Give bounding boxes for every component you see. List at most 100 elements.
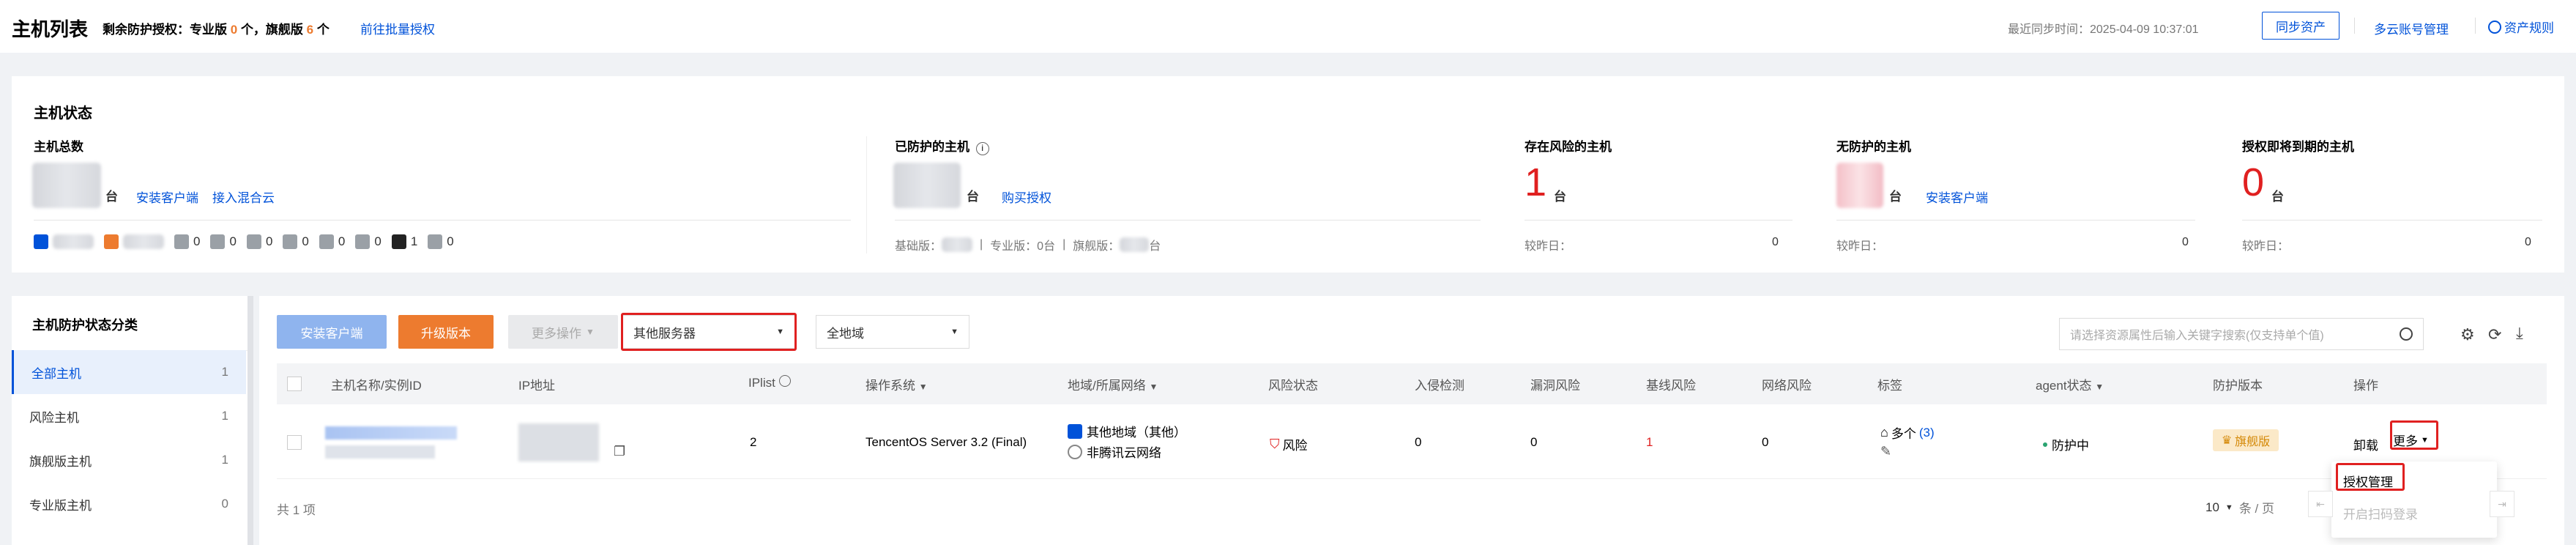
- table-row[interactable]: [277, 404, 2547, 479]
- idc-icon: [391, 234, 406, 249]
- info-icon: [778, 375, 791, 387]
- upgrade-version-button[interactable]: 升级版本: [398, 315, 494, 349]
- edit-icon[interactable]: ✎: [1880, 444, 1891, 459]
- aliyun-icon: [104, 234, 119, 249]
- network-risk-value[interactable]: 0: [1762, 435, 1768, 450]
- cloud-icon: [283, 234, 298, 249]
- multicloud-link[interactable]: 多云账号管理: [2374, 19, 2449, 37]
- search-icon[interactable]: [2400, 327, 2413, 341]
- page-size-select[interactable]: 10 ▼ 条 / 页: [2205, 498, 2274, 516]
- buy-license-link[interactable]: 购买授权: [1002, 188, 1051, 206]
- install-client-link-2[interactable]: 安装客户端: [1926, 188, 1988, 206]
- caret-down-icon: ▼: [950, 327, 958, 336]
- sidebar-item-risk-hosts[interactable]: 风险主机 1: [12, 394, 246, 438]
- unprotected-unit: 台: [1889, 190, 1902, 204]
- asset-rules-link[interactable]: 资产规则: [2488, 18, 2554, 36]
- refresh-icon[interactable]: ⟳: [2488, 325, 2501, 344]
- agent-status-value: 防护中: [2043, 435, 2089, 453]
- total-hosts-value-redacted: [32, 163, 101, 208]
- filter-icon: ▼: [1149, 382, 1158, 392]
- unprotected-compare-value: 0: [2182, 236, 2189, 248]
- hybrid-cloud-link[interactable]: 接入混合云: [212, 188, 275, 206]
- more-actions-link[interactable]: 更多 ▼: [2393, 431, 2429, 449]
- first-page-button[interactable]: ⇤: [2308, 491, 2333, 517]
- last-page-button[interactable]: ⇥: [2490, 491, 2514, 517]
- sidebar-item-pro-hosts[interactable]: 专业版主机 0: [12, 482, 246, 526]
- category-sidebar: 主机防护状态分类 全部主机 1 风险主机 1 旗舰版主机 1 专业版主机 0: [12, 296, 247, 545]
- filter-icon: ▼: [2095, 382, 2104, 392]
- bulk-license-link[interactable]: 前往批量授权: [360, 19, 435, 37]
- aliyun-chip: [104, 234, 164, 249]
- col-network-risk: 网络风险: [1762, 379, 1812, 393]
- col-ip: IP地址: [518, 379, 556, 393]
- intrusion-value[interactable]: 0: [1415, 435, 1421, 450]
- instance-id-redacted: [325, 445, 435, 459]
- col-agent-status[interactable]: agent状态 ▼: [2036, 375, 2104, 393]
- tags-value[interactable]: ⌂ 多个 (3): [1880, 423, 1935, 442]
- divider: [866, 136, 867, 253]
- sidebar-item-all-hosts[interactable]: 全部主机 1: [12, 350, 246, 394]
- iplist-value: 2: [750, 435, 757, 449]
- cloud-chip: 0: [355, 234, 381, 249]
- col-os[interactable]: 操作系统 ▼: [866, 375, 928, 393]
- host-name-redacted[interactable]: [325, 426, 457, 440]
- caret-down-icon: ▼: [2421, 435, 2429, 445]
- row-checkbox[interactable]: [287, 435, 302, 450]
- search-input[interactable]: 请选择资源属性后输入关键字搜索(仅支持单个值): [2059, 318, 2424, 350]
- menu-item-enable-qr-login[interactable]: 开启扫码登录: [2343, 504, 2418, 522]
- cloud-icon: [1068, 423, 1082, 439]
- protected-hosts-label: 已防护的主机 i: [895, 136, 989, 155]
- risk-hosts-label: 存在风险的主机: [1525, 140, 1612, 154]
- expiring-compare-value: 0: [2525, 236, 2531, 248]
- protected-breakdown: 基础版： | 专业版：0台 | 旗舰版：台: [895, 237, 1161, 253]
- os-value: TencentOS Server 3.2 (Final): [866, 435, 1027, 449]
- col-host-name: 主机名称/实例ID: [331, 379, 422, 393]
- copy-icon[interactable]: ❐: [614, 444, 625, 459]
- settings-icon[interactable]: ⚙: [2460, 325, 2475, 344]
- risk-compare-label: 较昨日：: [1525, 240, 1572, 253]
- col-iplist: IPlist: [748, 375, 791, 390]
- uninstall-link[interactable]: 卸载: [2353, 435, 2378, 453]
- sync-assets-button[interactable]: 同步资产: [2262, 12, 2339, 40]
- cloud-chip: 0: [174, 234, 200, 249]
- sidebar-item-flagship-hosts[interactable]: 旗舰版主机 1: [12, 438, 246, 482]
- shield-warning-icon: ⛉: [1270, 437, 1280, 451]
- caret-down-icon: ▼: [2225, 503, 2233, 512]
- install-client-button[interactable]: 安装客户端: [277, 315, 387, 349]
- tencent-cloud-chip: [34, 234, 94, 249]
- more-actions-button[interactable]: 更多操作 ▼: [508, 315, 618, 349]
- cloud-icon: [355, 234, 371, 249]
- risk-compare-value: 0: [1772, 236, 1779, 248]
- cloud-icon: [174, 234, 189, 249]
- baseline-value[interactable]: 1: [1646, 435, 1653, 450]
- status-title: 主机状态: [34, 105, 92, 122]
- col-region[interactable]: 地域/所属网络 ▼: [1068, 375, 1158, 393]
- sidebar-scrollbar[interactable]: [247, 296, 253, 545]
- flagship-badge: ♛ 旗舰版: [2213, 429, 2279, 451]
- col-vuln: 漏洞风险: [1530, 379, 1580, 393]
- cloud-chip: 0: [283, 234, 309, 249]
- crown-icon: ♛: [2221, 434, 2233, 447]
- menu-item-license-management[interactable]: 授权管理: [2343, 472, 2393, 490]
- caret-down-icon: ▼: [776, 327, 784, 336]
- expiring-hosts-value: 0: [2242, 160, 2265, 204]
- vuln-value[interactable]: 0: [1530, 435, 1537, 450]
- expiring-compare-label: 较昨日：: [2242, 240, 2290, 253]
- expiring-unit: 台: [2271, 190, 2284, 204]
- cloud-chip: 0: [428, 234, 454, 249]
- protected-unit: 台: [967, 190, 979, 204]
- download-icon[interactable]: ⤓: [2516, 324, 2523, 343]
- asset-rules-icon: [2488, 20, 2501, 34]
- install-client-link[interactable]: 安装客户端: [136, 188, 198, 206]
- risk-status-value: ⛉ 风险: [1270, 437, 1308, 453]
- cloud-icon: [428, 234, 443, 249]
- server-type-select[interactable]: 其他服务器 ▼: [622, 315, 795, 349]
- filter-icon: ▼: [918, 382, 928, 392]
- select-all-checkbox[interactable]: [287, 377, 302, 391]
- col-actions: 操作: [2353, 379, 2378, 393]
- caret-down-icon: ▼: [586, 327, 595, 337]
- cloud-icon: [319, 234, 334, 249]
- protected-value-redacted: [893, 163, 961, 208]
- region-select[interactable]: 全地域 ▼: [816, 315, 969, 349]
- table-header: [277, 363, 2547, 404]
